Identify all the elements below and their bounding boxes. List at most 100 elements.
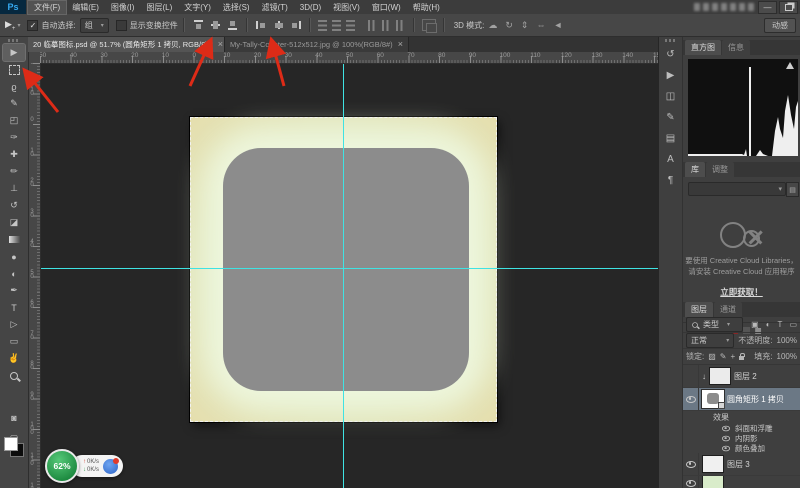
canvas-pasteboard[interactable] — [40, 63, 658, 488]
menu-item[interactable]: 视图(V) — [327, 1, 366, 14]
rounded-rectangle-shape[interactable] — [223, 148, 469, 391]
effects-header-row[interactable]: 效果 — [683, 411, 800, 423]
document-tab[interactable]: My-Tally-Counter-512x512.jpg @ 100%(RGB/… — [225, 36, 409, 52]
collapsed-panel-properties-icon[interactable]: ◫ — [659, 86, 682, 107]
show-transform-checkbox[interactable]: ✓ — [116, 20, 127, 31]
blur-tool[interactable]: ● — [3, 248, 25, 265]
vertical-ruler[interactable]: 20100102030405060708090100110120 — [28, 63, 41, 488]
eraser-tool[interactable]: ◪ — [3, 214, 25, 231]
tab-close-icon[interactable]: × — [218, 39, 223, 49]
3d-orbit-icon[interactable]: ☁ — [488, 20, 497, 31]
distribute-vertical-centers-button[interactable] — [332, 20, 341, 31]
3d-pan-icon[interactable]: ⇕ — [521, 20, 529, 31]
quick-selection-tool[interactable]: ✎ — [3, 95, 25, 112]
restore-button[interactable] — [779, 1, 798, 14]
quick-mask-mode-button[interactable]: ◙ — [3, 410, 25, 426]
layer-row[interactable]: 图层 3 — [683, 453, 800, 476]
menu-item[interactable]: 帮助(H) — [407, 1, 446, 14]
layer-effect-row[interactable]: 内阴影 — [683, 433, 800, 443]
library-select-dropdown[interactable]: ▾ — [688, 182, 786, 196]
blend-mode-dropdown[interactable]: 正常 ▾ — [686, 333, 734, 348]
history-brush-tool[interactable]: ↺ — [3, 197, 25, 214]
eye-icon[interactable] — [722, 445, 730, 451]
lock-all-icon[interactable] — [739, 356, 744, 360]
panel-tab[interactable]: 信息 — [722, 40, 750, 55]
tool-preset-arrow-icon[interactable]: ▾ — [17, 22, 20, 29]
spot-healing-brush-tool[interactable]: ✚ — [3, 146, 25, 163]
menu-item[interactable]: 文字(Y) — [178, 1, 217, 14]
visibility-toggle[interactable] — [683, 453, 699, 475]
document-tab[interactable]: 20 临摹图标.psd @ 51.7% (圆角矩形 1 拷贝, RGB/8) *… — [28, 36, 225, 52]
panel-tab[interactable]: 库 — [685, 162, 705, 177]
type-tool[interactable]: T — [3, 299, 25, 316]
collapsed-panel-character-icon[interactable]: A — [659, 149, 682, 170]
distribute-horizontal-centers-button[interactable] — [382, 20, 391, 31]
collapsed-panel-brush-presets-icon[interactable]: ▤ — [659, 128, 682, 149]
panel-drag-handle[interactable] — [665, 39, 677, 42]
align-left-edges-button[interactable] — [255, 19, 268, 31]
brush-tool[interactable]: ✏ — [3, 163, 25, 180]
filter-pixel-layers-icon[interactable]: ▣ — [751, 320, 759, 329]
crop-tool[interactable]: ◰ — [3, 112, 25, 129]
panel-tab[interactable]: 图层 — [685, 302, 713, 317]
network-speed-overlay[interactable]: 62% 0K/s 0K/s — [45, 449, 123, 483]
move-tool[interactable]: ▶ — [3, 44, 25, 61]
layer-row[interactable]: 圆角矩形 1 拷贝 — [683, 388, 800, 411]
collapsed-panel-actions-icon[interactable]: ▶ — [659, 65, 682, 86]
eyedropper-tool[interactable]: ✑ — [3, 129, 25, 146]
dodge-tool[interactable]: ◐ — [3, 265, 25, 282]
visibility-toggle[interactable] — [683, 365, 699, 387]
clone-stamp-tool[interactable]: ⊥ — [3, 180, 25, 197]
menu-item[interactable]: 文件(F) — [28, 1, 66, 14]
shape-tool[interactable]: ▭ — [3, 333, 25, 350]
collapsed-panel-brush-icon[interactable]: ✎ — [659, 107, 682, 128]
eye-icon[interactable] — [722, 435, 730, 441]
panel-drag-handle[interactable] — [8, 39, 20, 42]
menu-item[interactable]: 选择(S) — [217, 1, 256, 14]
auto-align-layers-button[interactable] — [422, 19, 436, 31]
filter-adjustment-layers-icon[interactable]: ◐ — [766, 320, 771, 329]
align-horizontal-centers-button[interactable] — [272, 19, 285, 31]
library-menu-button[interactable]: ▤ — [786, 182, 799, 197]
menu-item[interactable]: 编辑(E) — [66, 1, 105, 14]
pen-tool[interactable]: ✒ — [3, 282, 25, 299]
tab-close-icon[interactable]: × — [398, 39, 403, 49]
distribute-bottom-button[interactable] — [346, 20, 355, 31]
menu-item[interactable]: 图像(I) — [105, 1, 141, 14]
lasso-tool[interactable]: ϱ — [3, 78, 25, 95]
workspace-button[interactable]: 动感 — [764, 18, 796, 33]
foreground-color-swatch[interactable] — [4, 437, 18, 451]
horizontal-ruler[interactable]: 5040302010010203040506070809010011012013… — [40, 52, 658, 64]
panel-tab[interactable]: 直方图 — [685, 40, 721, 55]
panel-tab[interactable]: 通道 — [714, 302, 742, 317]
distribute-left-button[interactable] — [368, 20, 377, 31]
collapsed-panel-paragraph-icon[interactable]: ¶ — [659, 170, 682, 191]
filter-shape-layers-icon[interactable]: ▭ — [789, 320, 797, 329]
auto-select-dropdown[interactable]: 组 ▾ — [80, 18, 109, 33]
rectangular-marquee-tool[interactable] — [3, 61, 25, 78]
visibility-toggle[interactable] — [683, 388, 699, 410]
histogram-warning-icon[interactable] — [786, 62, 794, 69]
minimize-button[interactable]: — — [758, 1, 777, 14]
percent-ball[interactable]: 62% — [45, 449, 79, 483]
layer-row[interactable]: ↓ 图层 2 — [683, 365, 800, 388]
lock-image-pixels-icon[interactable]: ✎ — [720, 352, 727, 361]
vertical-guide[interactable] — [343, 63, 344, 488]
distribute-top-button[interactable] — [318, 20, 327, 31]
menu-item[interactable]: 3D(D) — [294, 1, 327, 14]
lock-transparent-pixels-icon[interactable]: ▨ — [708, 352, 716, 361]
eye-icon[interactable] — [722, 425, 730, 431]
3d-slide-icon[interactable]: ⇔ — [536, 20, 545, 30]
layer-filter-dropdown[interactable]: 类型 ▾ — [686, 317, 743, 332]
layer-effect-row[interactable]: 颜色叠加 — [683, 443, 800, 453]
menu-item[interactable]: 滤镜(T) — [256, 1, 294, 14]
opacity-value[interactable]: 100% — [777, 336, 797, 345]
align-vertical-centers-button[interactable] — [209, 19, 222, 31]
distribute-right-button[interactable] — [396, 20, 405, 31]
align-right-edges-button[interactable] — [289, 19, 302, 31]
visibility-toggle[interactable] — [683, 476, 699, 488]
panel-tab[interactable]: 调整 — [706, 162, 734, 177]
hand-tool[interactable]: ✌ — [3, 350, 25, 367]
horizontal-guide[interactable] — [40, 268, 658, 269]
zoom-tool[interactable] — [3, 367, 25, 384]
